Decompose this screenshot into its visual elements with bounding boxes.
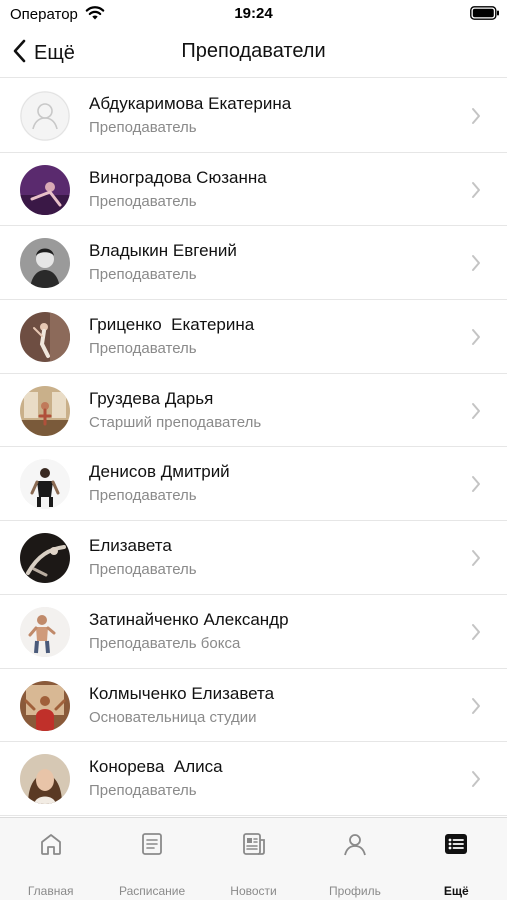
page-title: Преподаватели <box>181 40 326 62</box>
tab-label: Новости <box>230 884 277 898</box>
teacher-name: Колмыченко Елизавета <box>89 683 275 703</box>
profile-icon <box>342 831 368 857</box>
chevron-right-icon <box>470 549 482 567</box>
teachers-list[interactable]: Абдукаримова Екатерина Преподаватель Вин… <box>0 79 507 817</box>
avatar <box>20 459 70 510</box>
news-icon <box>241 831 267 857</box>
tab-label: Главная <box>27 884 74 898</box>
teacher-name: Елизавета <box>89 536 172 556</box>
teacher-role: Старший преподаватель <box>89 413 262 431</box>
teacher-name: Виноградова Сюзанна <box>89 167 267 187</box>
teacher-row[interactable]: Денисов Дмитрий Преподаватель <box>0 447 507 522</box>
avatar-placeholder-icon <box>20 91 70 141</box>
teacher-row[interactable]: Елизавета Преподаватель <box>0 521 507 595</box>
avatar <box>20 385 70 436</box>
tab-label: Расписание <box>119 884 186 898</box>
teacher-row[interactable]: Виноградова Сюзанна Преподаватель <box>0 153 507 227</box>
tab-label: Профиль <box>329 884 381 898</box>
teacher-row[interactable]: Колмыченко Елизавета Основательница студ… <box>0 669 507 743</box>
chevron-right-icon <box>470 623 482 641</box>
teacher-role: Преподаватель <box>89 119 197 136</box>
teacher-row[interactable]: Конорева Алиса Преподаватель <box>0 742 507 816</box>
teacher-name: Груздева Дарья <box>89 388 214 408</box>
teacher-role: Преподаватель <box>89 192 197 210</box>
chevron-right-icon <box>470 328 482 346</box>
chevron-right-icon <box>470 402 482 420</box>
chevron-right-icon <box>470 697 482 715</box>
avatar <box>20 312 70 363</box>
teacher-row[interactable]: Затинайченко Александр Преподаватель бок… <box>0 595 507 669</box>
avatar <box>20 164 70 215</box>
teacher-name: Владыкин Евгений <box>89 241 237 261</box>
status-bar: Оператор 19:24 <box>0 0 507 28</box>
teacher-row[interactable]: Владыкин Евгений Преподаватель <box>0 226 507 301</box>
avatar <box>20 754 70 805</box>
avatar <box>20 680 70 731</box>
teacher-role: Преподаватель <box>89 340 197 358</box>
tab-bar: Главная Расписание Новости Профиль Ещё <box>0 817 507 900</box>
chevron-right-icon <box>470 770 482 788</box>
avatar <box>20 238 70 289</box>
tab-label: Ещё <box>443 884 469 898</box>
teacher-row[interactable]: Абдукаримова Екатерина Преподаватель <box>0 79 507 153</box>
chevron-right-icon <box>470 107 482 125</box>
teacher-name: Абдукаримова Екатерина <box>89 94 292 113</box>
teacher-row[interactable]: Груздева Дарья Старший преподаватель <box>0 374 507 448</box>
teacher-role: Преподаватель <box>89 561 197 579</box>
back-button[interactable]: Ещё <box>12 38 75 68</box>
teacher-name: Гриценко Екатерина <box>89 315 255 335</box>
schedule-icon <box>139 831 165 857</box>
teacher-role: Преподаватель бокса <box>89 634 241 652</box>
battery-icon <box>470 6 500 25</box>
teacher-role: Преподаватель <box>89 266 197 284</box>
teacher-name: Конорева Алиса <box>89 757 223 777</box>
chevron-right-icon <box>470 475 482 493</box>
clock: 19:24 <box>234 5 273 22</box>
tab-news[interactable]: Новости <box>203 818 304 900</box>
tab-more[interactable]: Ещё <box>406 818 507 900</box>
back-label: Ещё <box>34 41 75 64</box>
teacher-role: Основательница студии <box>89 708 257 726</box>
teacher-name: Денисов Дмитрий <box>89 462 230 482</box>
more-list-icon <box>443 831 469 857</box>
home-icon <box>38 831 64 857</box>
teacher-row[interactable]: Гриценко Екатерина Преподаватель <box>0 300 507 374</box>
avatar <box>20 606 70 657</box>
teacher-role: Преподаватель <box>89 782 197 800</box>
navigation-bar: Ещё Преподаватели <box>0 28 507 78</box>
teacher-role: Преподаватель <box>89 487 197 505</box>
chevron-left-icon <box>12 39 26 68</box>
chevron-right-icon <box>470 181 482 199</box>
tab-schedule[interactable]: Расписание <box>101 818 202 900</box>
teacher-name: Затинайченко Александр <box>89 609 289 629</box>
avatar <box>20 533 70 584</box>
tab-profile[interactable]: Профиль <box>304 818 405 900</box>
tab-home[interactable]: Главная <box>0 818 101 900</box>
chevron-right-icon <box>470 254 482 272</box>
